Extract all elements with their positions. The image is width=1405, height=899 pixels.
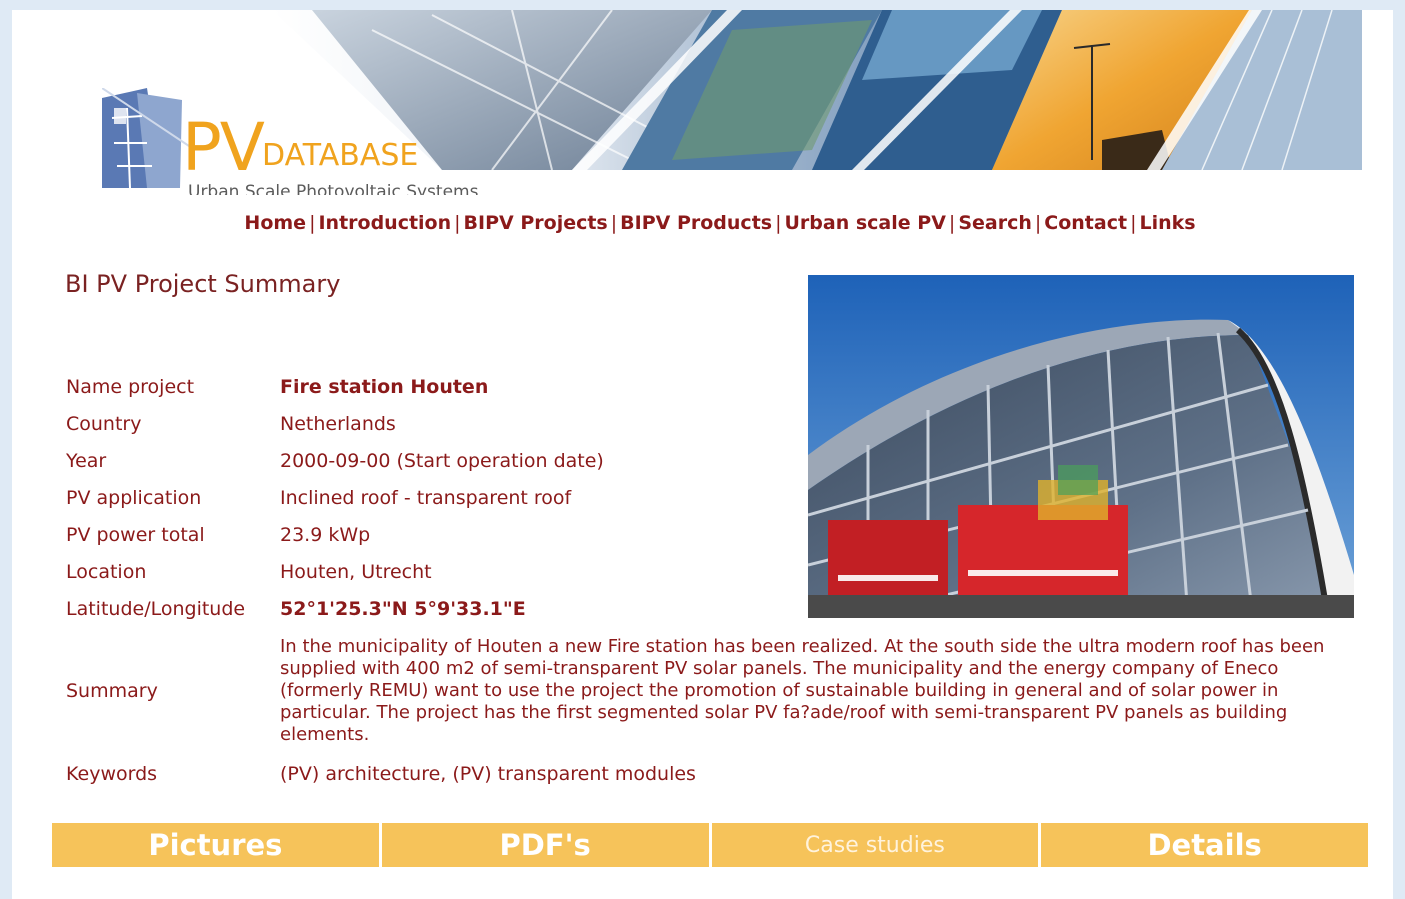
- nav-links[interactable]: Links: [1139, 212, 1195, 234]
- nav-bipv-products[interactable]: BIPV Products: [620, 212, 772, 234]
- value-summary: In the municipality of Houten a new Fire…: [280, 636, 1325, 745]
- row-year: Year 2000-09-00 (Start operation date): [58, 442, 1348, 479]
- nav-separator: |: [454, 212, 461, 234]
- label-name-project: Name project: [66, 375, 195, 398]
- main-nav: Home | Introduction | BIPV Projects | BIPV Pro…: [12, 212, 1405, 234]
- pdfs-button[interactable]: PDF's: [381, 823, 712, 867]
- nav-urban-scale-pv[interactable]: Urban scale PV: [785, 212, 946, 234]
- value-keywords: (PV) architecture, (PV) transparent modu…: [280, 762, 696, 785]
- row-pv-power-total: PV power total 23.9 kWp: [58, 516, 1348, 553]
- row-country: Country Netherlands: [58, 405, 1348, 442]
- case-studies-button[interactable]: Case studies: [711, 823, 1042, 867]
- row-name-project: Name project Fire station Houten: [58, 368, 1348, 405]
- details-button[interactable]: Details: [1041, 823, 1368, 867]
- label-keywords: Keywords: [66, 762, 158, 785]
- label-latitude-longitude: Latitude/Longitude: [66, 597, 246, 620]
- label-location: Location: [66, 560, 147, 583]
- nav-bipv-projects[interactable]: BIPV Projects: [464, 212, 608, 234]
- page: PV DATABASE Urban Scale Photovoltaic Sys…: [12, 10, 1393, 899]
- nav-separator: |: [1130, 212, 1137, 234]
- header-banner: PV DATABASE Urban Scale Photovoltaic Sys…: [12, 10, 1393, 195]
- pictures-button[interactable]: Pictures: [52, 823, 382, 867]
- nav-home[interactable]: Home: [244, 212, 306, 234]
- value-pv-application: Inclined roof - transparent roof: [280, 486, 572, 509]
- row-location: Location Houten, Utrecht: [58, 553, 1348, 590]
- value-location: Houten, Utrecht: [280, 560, 432, 583]
- label-year: Year: [66, 449, 107, 472]
- nav-separator: |: [1034, 212, 1042, 234]
- nav-separator: |: [610, 212, 618, 234]
- label-summary: Summary: [66, 680, 158, 702]
- nav-contact[interactable]: Contact: [1044, 212, 1127, 234]
- row-pv-application: PV application Inclined roof - transpare…: [58, 479, 1348, 516]
- nav-separator: |: [948, 212, 956, 234]
- label-pv-application: PV application: [66, 486, 202, 509]
- nav-separator: |: [309, 212, 316, 234]
- section-button-bar: Pictures PDF's Case studies Details: [52, 823, 1368, 867]
- row-latitude-longitude: Latitude/Longitude 52°1'25.3"N 5°9'33.1"…: [58, 590, 1348, 627]
- nav-search[interactable]: Search: [958, 212, 1032, 234]
- page-title: BI PV Project Summary: [65, 270, 341, 298]
- project-info-table: Name project Fire station Houten Country…: [58, 368, 1348, 792]
- value-latitude-longitude: 52°1'25.3"N 5°9'33.1"E: [280, 597, 526, 620]
- logo-subtitle: Urban Scale Photovoltaic Systems: [188, 182, 479, 195]
- row-keywords: Keywords (PV) architecture, (PV) transpa…: [58, 755, 1348, 792]
- nav-introduction[interactable]: Introduction: [318, 212, 451, 234]
- row-summary: Summary In the municipality of Houten a …: [58, 627, 1348, 755]
- logo-pv-text: PV: [182, 109, 265, 186]
- value-country: Netherlands: [280, 412, 396, 435]
- logo-database-text: DATABASE: [262, 138, 419, 173]
- nav-separator: |: [775, 212, 782, 234]
- label-country: Country: [66, 412, 142, 435]
- label-pv-power-total: PV power total: [66, 523, 205, 546]
- value-year: 2000-09-00 (Start operation date): [280, 449, 604, 472]
- value-pv-power-total: 23.9 kWp: [280, 523, 371, 546]
- value-name-project: Fire station Houten: [280, 375, 489, 398]
